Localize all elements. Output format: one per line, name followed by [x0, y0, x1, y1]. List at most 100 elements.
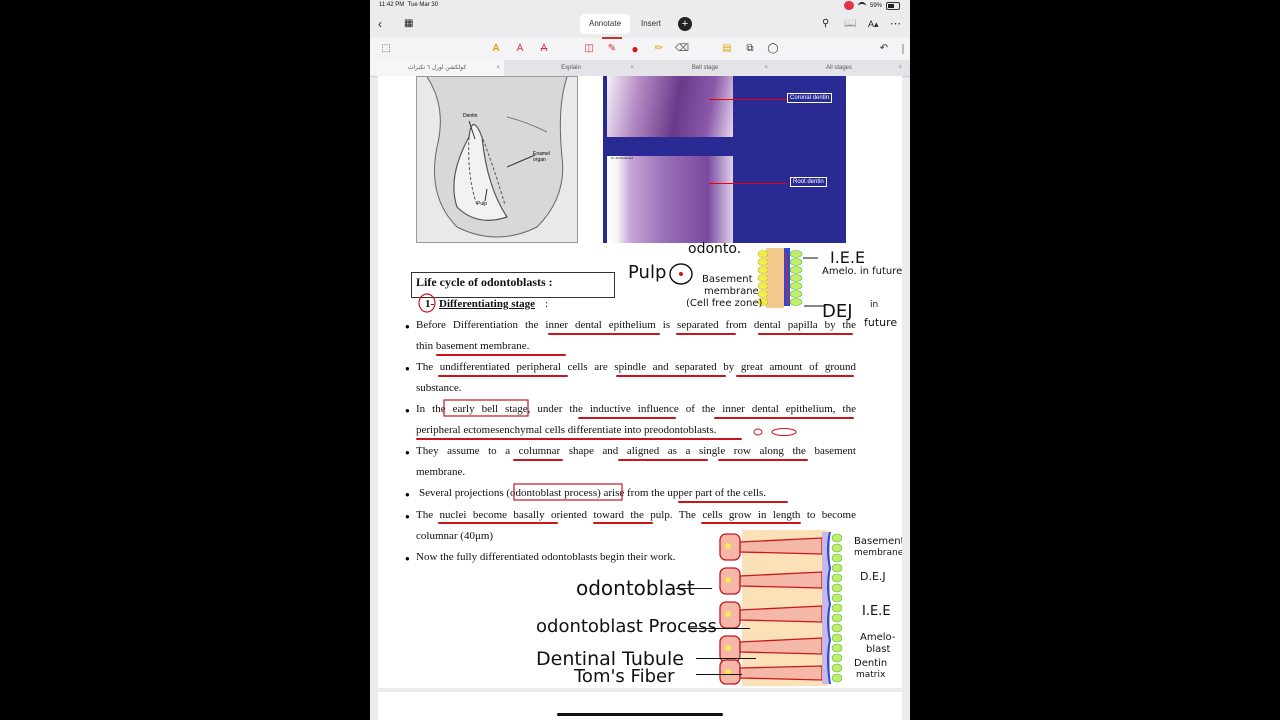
text-size-icon[interactable]: A▴ — [868, 16, 879, 32]
coronal-micrograph — [607, 76, 733, 137]
tab-insert[interactable]: Insert — [632, 14, 670, 34]
hw-r-amelo: Amelo- — [860, 632, 896, 643]
sticky-note-icon[interactable]: ▤ — [719, 41, 735, 57]
subtitle: Differentiating stage — [439, 298, 536, 310]
annotation-underline — [616, 375, 726, 377]
battery-icon — [886, 1, 900, 10]
section-title: Life cycle of odontoblasts : — [416, 275, 553, 289]
hw-r-blast: blast — [866, 644, 891, 655]
hw-basement: Basement — [702, 274, 753, 285]
hw-dej: DEJ — [822, 301, 853, 322]
book-icon[interactable]: 📖 — [844, 16, 856, 32]
annotation-underline — [701, 522, 801, 524]
lasso-icon[interactable]: ◯ — [765, 41, 781, 57]
hw-cell-free-zone: (Cell free zone) — [686, 298, 763, 309]
underline-text-icon[interactable]: A — [512, 41, 528, 57]
annotation-underline — [438, 522, 558, 524]
bullet-dot: ● — [405, 512, 410, 521]
bullet-2-line-2: substance. — [416, 382, 462, 394]
color-dot-icon[interactable]: ● — [627, 41, 643, 57]
status-bar: 11:42 PM Tue Mar 30 59% — [370, 0, 910, 12]
text-box-icon[interactable]: ◫ — [581, 41, 597, 57]
home-indicator[interactable] — [557, 713, 723, 716]
subtitle-colon: : — [545, 298, 549, 310]
label-pulp: Pulp — [477, 201, 488, 207]
annotation-underline — [416, 438, 742, 440]
close-tab-icon[interactable]: × — [898, 60, 902, 76]
pen-tool-icon[interactable]: ✎ — [602, 37, 622, 57]
doc-tab[interactable]: All stages × — [772, 60, 906, 76]
highlight-text-icon[interactable]: A — [488, 41, 504, 57]
hw-r-basement: Basement — [854, 536, 902, 547]
bullet-dot: ● — [405, 364, 410, 373]
bullet-4-line-1: They assume to a columnar shape and alig… — [416, 445, 856, 457]
undo-icon[interactable]: ↶ — [876, 41, 892, 57]
document-tabs: كولكشن اورل ٦ تكبرات × Explain × Bell stag… — [370, 60, 910, 77]
annotation-underline — [736, 375, 854, 377]
annotation-underline — [676, 333, 736, 335]
bullet-dot: ● — [405, 322, 410, 331]
micrograph-caption: Dr. Ali Abdalmed — [611, 156, 634, 160]
more-icon[interactable]: ⋯ — [890, 16, 901, 32]
label-enamel-organ: Enamel organ — [533, 151, 550, 163]
battery-percent: 59% — [869, 2, 882, 9]
close-tab-icon[interactable]: × — [630, 60, 634, 76]
annotation-toolbar: ⬚ A A A ◫ ✎ ● ✏ ⌫ ▤ ⧉ ◯ ↶ — [370, 37, 910, 60]
annotation-underline — [438, 375, 568, 377]
annotation-underline — [513, 459, 563, 461]
highlighter-icon[interactable]: ✏ — [651, 41, 667, 57]
hw-odonto: odonto. — [688, 241, 742, 257]
hw-amelo-future: Amelo. in future — [822, 266, 902, 277]
annotation-underline — [678, 501, 788, 503]
label-coronal-dentin: Coronal dentin — [787, 93, 833, 103]
bullet-2-line-1: The undifferentiated peripheral cells ar… — [416, 361, 856, 373]
close-tab-icon[interactable]: × — [764, 60, 768, 76]
hw-r-iee: I.E.E — [862, 604, 891, 619]
bullet-6-line-1: The nuclei become basally oriented towar… — [416, 509, 856, 521]
circled-number-annotation — [418, 293, 436, 313]
hw-in: in — [870, 300, 879, 310]
bullet-dot: ● — [405, 448, 410, 457]
annotation-underline — [618, 459, 708, 461]
annotation-underline — [593, 522, 653, 524]
toolbar-scroll-indicator — [902, 44, 904, 54]
recording-indicator-icon — [843, 1, 854, 10]
back-chevron-icon[interactable]: ‹ — [378, 16, 382, 32]
annotation-underline — [718, 459, 808, 461]
hw-r-dej: D.E.J — [860, 570, 886, 583]
annotation-circles — [753, 428, 797, 436]
lasso-select-icon[interactable]: ⬚ — [378, 41, 394, 57]
wifi-icon — [857, 2, 866, 9]
bullet-dot: ● — [405, 554, 410, 563]
eraser-icon[interactable]: ⌫ — [674, 41, 690, 57]
doc-tab[interactable]: كولكشن اورل ٦ تكبرات × — [370, 60, 504, 76]
annotation-underline — [436, 354, 566, 356]
label-dentin: Dentin — [463, 113, 478, 119]
shapes-icon[interactable]: ⧉ — [742, 41, 758, 57]
close-tab-icon[interactable]: × — [496, 60, 500, 76]
tab-annotate[interactable]: Annotate — [580, 14, 630, 34]
odontoblast-illustration — [719, 530, 842, 686]
root-micrograph — [607, 156, 733, 243]
hw-toms-fiber: Tom's Fiber — [574, 666, 675, 687]
top-nav: ‹ ▦ Annotate Insert + ⚲ 📖 A▴ ⋯ — [370, 12, 910, 38]
doc-tab[interactable]: Bell stage × — [638, 60, 772, 76]
bullet-dot: ● — [405, 490, 410, 499]
bullet-7-line-1: Now the fully differentiated odontoblast… — [416, 551, 676, 563]
doc-tab[interactable]: Explain × — [504, 60, 638, 76]
hw-r-membrane: membrane — [854, 548, 902, 558]
add-button[interactable]: + — [678, 17, 692, 31]
grid-view-icon[interactable]: ▦ — [404, 16, 413, 32]
tooth-germ-figure: Dentin Enamel organ Pulp — [416, 76, 578, 243]
hw-r-matrix: matrix — [856, 670, 886, 680]
search-icon[interactable]: ⚲ — [822, 16, 829, 32]
bullet-6-line-2: columnar (40μm) — [416, 530, 494, 542]
hw-pulp: Pulp — [628, 262, 667, 283]
hw-future: future — [864, 316, 898, 329]
annotation-underline — [548, 333, 660, 335]
hw-odontoblast-process: odontoblast Process — [536, 616, 717, 637]
bullet-1-line-2: thin basement membrane. — [416, 340, 530, 352]
strikethrough-text-icon[interactable]: A — [536, 41, 552, 57]
hw-iee: I.E.E — [830, 248, 866, 267]
status-time: 11:42 PM Tue Mar 30 — [379, 2, 439, 8]
